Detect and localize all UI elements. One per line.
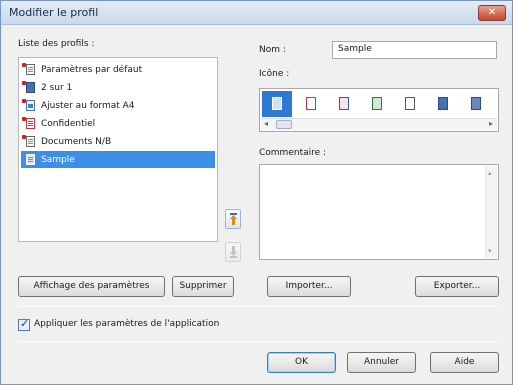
cancel-button[interactable]: Annuler — [347, 352, 416, 373]
scroll-right-icon[interactable]: ▸ — [489, 119, 493, 128]
title-bar: Modifier le profil ✕ — [1, 1, 512, 25]
profile-item-fit-a4[interactable]: Ajuster au format A4 — [21, 97, 215, 114]
icon-label: Icône : — [259, 69, 290, 79]
document-icon — [22, 63, 37, 76]
document-icon — [24, 153, 37, 166]
comment-label: Commentaire : — [259, 148, 327, 158]
show-parameters-button[interactable]: Affichage des paramètres — [18, 276, 165, 297]
comment-scrollbar[interactable]: ▴ ▾ — [485, 166, 497, 258]
icon-option-plain[interactable] — [395, 91, 425, 117]
checkmark-icon: ✓ — [20, 317, 30, 330]
scroll-up-icon[interactable]: ▴ — [488, 169, 492, 177]
separator — [18, 341, 499, 342]
scroll-left-icon[interactable]: ◂ — [264, 119, 268, 128]
icon-option-booklet[interactable] — [461, 91, 491, 117]
profile-item-sample[interactable]: Sample — [21, 151, 215, 168]
icon-option-two-pages[interactable] — [428, 91, 458, 117]
document-icon — [22, 135, 37, 148]
profile-item-2on1[interactable]: 2 sur 1 — [21, 79, 215, 96]
move-up-icon — [230, 213, 237, 225]
profile-item-label: 2 sur 1 — [41, 82, 73, 93]
profile-list[interactable]: Paramètres par défaut 2 sur 1 Ajuster au… — [18, 57, 218, 242]
confidential-document-icon — [22, 117, 37, 130]
icon-option-confidential[interactable] — [296, 91, 326, 117]
comment-textarea[interactable]: ▴ ▾ — [259, 164, 499, 260]
modify-profile-dialog: Modifier le profil ✕ Liste des profils :… — [0, 0, 513, 385]
import-button[interactable]: Importer... — [267, 276, 351, 297]
name-input[interactable]: Sample — [332, 41, 497, 59]
move-up-button[interactable] — [225, 209, 241, 229]
close-button[interactable]: ✕ — [478, 5, 506, 21]
export-button[interactable]: Exporter... — [415, 276, 499, 297]
icon-option-picture[interactable] — [362, 91, 392, 117]
move-down-icon — [230, 246, 237, 258]
profile-item-label: Sample — [41, 154, 75, 165]
separator — [18, 306, 499, 307]
help-button[interactable]: Aide — [430, 352, 499, 373]
icon-option-stamp[interactable] — [329, 91, 359, 117]
icon-scrollbar[interactable]: ◂ ▸ — [261, 118, 497, 130]
scroll-down-icon[interactable]: ▾ — [488, 247, 492, 255]
profile-item-confidential[interactable]: Confidentiel — [21, 115, 215, 132]
profile-item-default[interactable]: Paramètres par défaut — [21, 61, 215, 78]
profile-item-label: Confidentiel — [41, 118, 96, 129]
two-pages-icon — [22, 81, 37, 94]
icon-option-document[interactable] — [262, 91, 292, 117]
scroll-thumb[interactable] — [276, 120, 292, 129]
close-icon: ✕ — [487, 7, 497, 18]
profile-item-label: Ajuster au format A4 — [41, 100, 135, 111]
profile-item-label: Documents N/B — [41, 136, 112, 147]
apply-app-settings-checkbox[interactable]: ✓ — [18, 317, 30, 331]
profile-list-label: Liste des profils : — [18, 39, 95, 49]
move-down-button[interactable] — [225, 242, 241, 262]
apply-app-settings-label: Appliquer les paramètres de l'applicatio… — [34, 319, 220, 329]
profile-item-bw-documents[interactable]: Documents N/B — [21, 133, 215, 150]
icon-picker[interactable]: ◂ ▸ — [259, 88, 499, 132]
ok-button[interactable]: OK — [267, 352, 336, 373]
delete-button[interactable]: Supprimer — [172, 276, 234, 297]
name-label: Nom : — [259, 45, 286, 55]
picture-document-icon — [22, 99, 37, 112]
window-title: Modifier le profil — [9, 6, 99, 19]
profile-item-label: Paramètres par défaut — [41, 64, 143, 75]
